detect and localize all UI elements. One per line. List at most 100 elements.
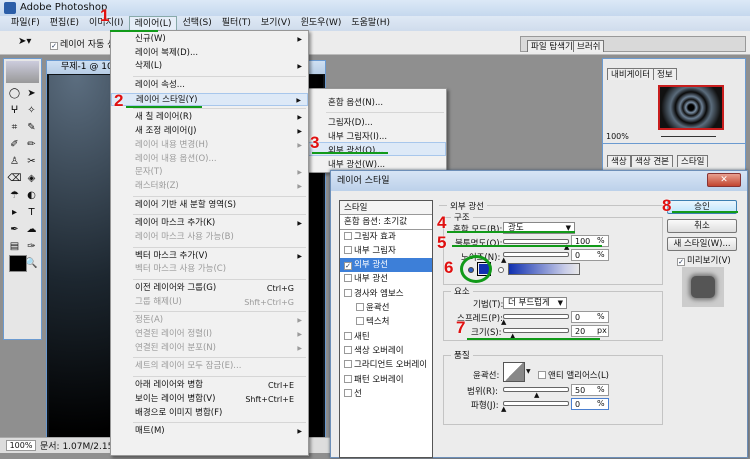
tab-swatches[interactable]: 색상 견본 bbox=[631, 155, 673, 167]
menu-item[interactable]: 레이어 스타일(Y) ▶ bbox=[111, 92, 308, 107]
tool-icon[interactable]: ✒ bbox=[7, 222, 22, 237]
preview-checkbox[interactable]: ✓ 미리보기(V) bbox=[677, 254, 731, 266]
tool-icon[interactable]: ✑ bbox=[24, 239, 39, 254]
menu-item[interactable]: 래스터화(Z) ▶ bbox=[111, 180, 308, 194]
contour-picker[interactable] bbox=[503, 362, 525, 382]
style-item[interactable]: 경사와 엠보스 bbox=[340, 287, 432, 301]
tool-icon[interactable]: ☂ bbox=[7, 188, 22, 203]
checkbox[interactable] bbox=[356, 317, 364, 326]
spread-slider[interactable]: ▲ bbox=[501, 314, 569, 326]
tool-icon[interactable]: ◈ bbox=[24, 171, 39, 186]
checkbox[interactable] bbox=[344, 345, 352, 354]
tool-icon[interactable]: ▤ bbox=[7, 239, 22, 254]
checkbox[interactable] bbox=[356, 303, 364, 312]
navigator-zoom-slider[interactable] bbox=[661, 136, 716, 137]
tool-icon[interactable]: ✏ bbox=[24, 137, 39, 152]
menu-item[interactable]: 레이어 기반 새 분할 영역(S) bbox=[111, 199, 308, 213]
menu-4[interactable]: 선택(S) bbox=[177, 16, 216, 31]
menu-item[interactable]: 레이어 속성... bbox=[111, 79, 308, 93]
style-item[interactable]: 내부 광선 bbox=[340, 272, 432, 286]
checkbox[interactable] bbox=[344, 388, 352, 397]
chevron-down-icon[interactable]: ▼ bbox=[526, 368, 531, 375]
checkbox[interactable] bbox=[344, 231, 352, 240]
menu-7[interactable]: 윈도우(W) bbox=[296, 16, 347, 31]
tab-color[interactable]: 색상 bbox=[607, 155, 631, 167]
menu-item[interactable]: 새 조정 레이어(J) ▶ bbox=[111, 125, 308, 139]
menu-item[interactable]: 정돈(A) ▶ bbox=[111, 314, 308, 328]
submenu-item-outer-glow[interactable]: 외부 광선(O)... bbox=[328, 144, 383, 156]
submenu-item[interactable]: 내부 그림자(I)... bbox=[328, 130, 387, 142]
menu-item[interactable]: 보이는 레이어 병합(V) Shft+Ctrl+E bbox=[111, 393, 308, 407]
tool-icon[interactable]: T bbox=[24, 205, 39, 220]
tab-brushes[interactable]: 브러쉬 bbox=[573, 40, 605, 52]
menu-item[interactable]: 레이어 내용 변경(H) ▶ bbox=[111, 139, 308, 153]
tool-icon[interactable]: ◯ bbox=[7, 86, 22, 101]
checkbox[interactable] bbox=[344, 360, 352, 369]
slider-thumb[interactable]: ▲ bbox=[501, 318, 506, 326]
foreground-color[interactable] bbox=[9, 255, 27, 272]
noise-slider[interactable]: ▲ bbox=[501, 252, 569, 264]
gradient-radio[interactable] bbox=[498, 267, 504, 273]
menu-item[interactable]: 레이어 마스크 사용 가능(B) bbox=[111, 231, 308, 245]
menu-5[interactable]: 필터(T) bbox=[217, 16, 256, 31]
tool-icon[interactable]: ➤ bbox=[24, 86, 39, 101]
style-item[interactable]: 내부 그림자 bbox=[340, 244, 432, 258]
menu-8[interactable]: 도움말(H) bbox=[346, 16, 395, 31]
tool-icon[interactable]: ▸ bbox=[7, 205, 22, 220]
menu-item[interactable]: 레이어 마스크 추가(K) ▶ bbox=[111, 217, 308, 231]
checkbox[interactable] bbox=[344, 288, 352, 297]
menu-item[interactable]: 문자(T) ▶ bbox=[111, 166, 308, 180]
submenu-item[interactable]: 내부 광선(W)... bbox=[328, 158, 385, 170]
anti-alias-checkbox[interactable]: 앤티 앨리어스(L) bbox=[538, 369, 609, 381]
menu-item[interactable]: 세트의 레이어 모두 잠금(E)... bbox=[111, 360, 308, 374]
style-item[interactable]: 그림자 효과 bbox=[340, 230, 432, 244]
menu-item[interactable]: 매트(M) ▶ bbox=[111, 425, 308, 439]
size-slider[interactable]: ▲ bbox=[503, 328, 569, 340]
tab-navigator[interactable]: 내비게이터 bbox=[607, 68, 655, 80]
style-item[interactable]: 새틴 bbox=[340, 330, 432, 344]
menu-item[interactable]: 이전 레이어와 그룹(G) Ctrl+G bbox=[111, 282, 308, 296]
navigator-thumbnail[interactable] bbox=[658, 85, 724, 130]
menu-item[interactable]: 삭제(L) ▶ bbox=[111, 60, 308, 74]
tool-icon[interactable]: ◐ bbox=[24, 188, 39, 203]
style-item[interactable]: 텍스처 bbox=[340, 315, 432, 329]
navigator-zoom[interactable]: 100% bbox=[606, 132, 629, 141]
tool-icon[interactable]: ✧ bbox=[24, 103, 39, 118]
opacity-slider[interactable]: ▲ bbox=[503, 239, 569, 251]
checkbox[interactable] bbox=[344, 374, 352, 383]
tool-icon[interactable]: ☁ bbox=[24, 222, 39, 237]
menu-3[interactable]: 레이어(L) bbox=[128, 16, 178, 31]
new-style-button[interactable]: 새 스타일(W)... bbox=[667, 237, 737, 251]
menu-1[interactable]: 편집(E) bbox=[45, 16, 84, 31]
tool-icon[interactable]: ⌫ bbox=[7, 171, 22, 186]
menu-item[interactable]: 레이어 복제(D)... bbox=[111, 47, 308, 61]
menu-item[interactable]: 신규(W) ▶ bbox=[111, 33, 308, 47]
submenu-item[interactable]: 그림자(D)... bbox=[328, 116, 373, 128]
tool-icon[interactable]: ⌗ bbox=[7, 120, 22, 135]
style-item[interactable]: 선 bbox=[340, 387, 432, 401]
tool-icon[interactable]: ✎ bbox=[24, 120, 39, 135]
range-slider[interactable]: ▲ bbox=[503, 387, 569, 399]
style-item[interactable]: ✓ 외부 광선 bbox=[340, 258, 432, 273]
menu-6[interactable]: 보기(V) bbox=[256, 16, 296, 31]
menu-item[interactable]: 레이어 내용 옵션(O)... bbox=[111, 153, 308, 167]
menu-item[interactable]: 연결된 레이어 정렬(I) ▶ bbox=[111, 328, 308, 342]
tool-icon[interactable]: ✐ bbox=[7, 137, 22, 152]
menu-item[interactable]: 아래 레이어와 병합 Ctrl+E bbox=[111, 379, 308, 393]
close-button[interactable]: ✕ bbox=[707, 173, 741, 187]
tool-icon[interactable]: ⵖ bbox=[7, 103, 22, 118]
zoom-field[interactable]: 100% bbox=[6, 440, 36, 451]
tab-styles[interactable]: 스타일 bbox=[677, 155, 709, 167]
checkbox[interactable] bbox=[344, 331, 352, 340]
menu-item[interactable]: 연결된 레이어 분포(N) ▶ bbox=[111, 342, 308, 356]
style-item[interactable]: 그라디언트 오버레이 bbox=[340, 358, 432, 372]
style-item[interactable]: 혼합 옵션: 초기값 bbox=[340, 215, 432, 230]
tab-info[interactable]: 정보 bbox=[653, 68, 677, 80]
tab-file-browser[interactable]: 파일 탐색기 bbox=[527, 40, 577, 52]
style-item[interactable]: 윤곽선 bbox=[340, 301, 432, 315]
menu-item[interactable]: 벡터 마스크 추가(V) ▶ bbox=[111, 250, 308, 264]
menu-item[interactable]: 벡터 마스크 사용 가능(C) bbox=[111, 263, 308, 277]
menu-0[interactable]: 파일(F) bbox=[6, 16, 45, 31]
checkbox[interactable] bbox=[344, 274, 352, 283]
move-tool-icon[interactable]: ➤▾ bbox=[18, 36, 31, 47]
